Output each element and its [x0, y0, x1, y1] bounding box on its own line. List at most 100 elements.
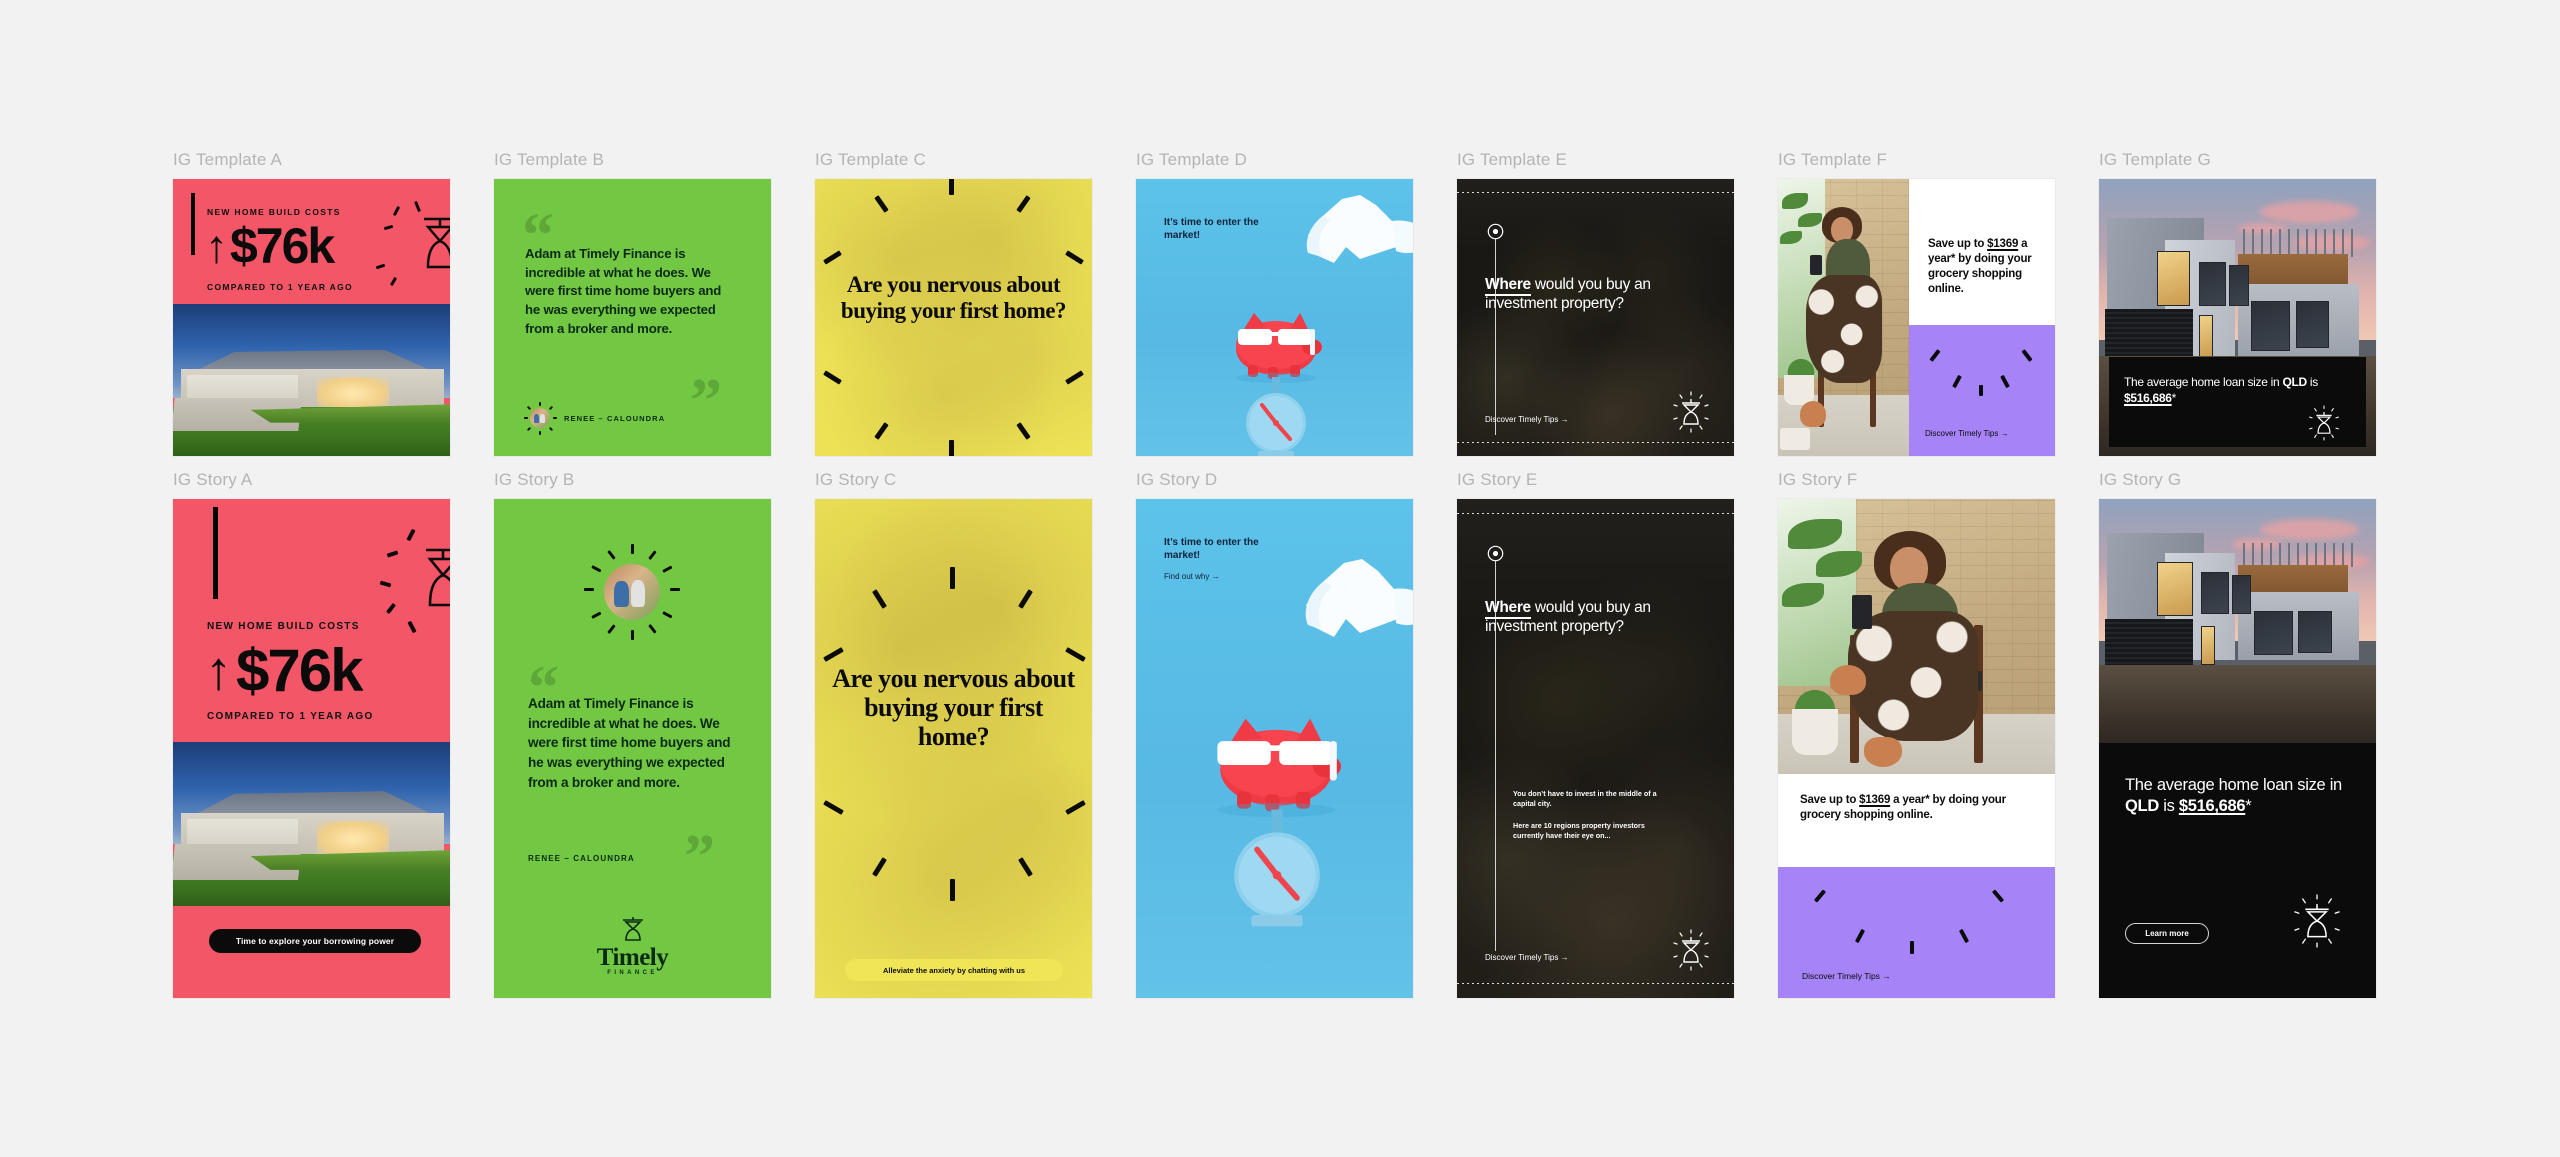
copy-amount: $516,686: [2124, 390, 2172, 405]
copy-middle: is: [2158, 797, 2179, 816]
headline-text: It’s time to enter the market!: [1164, 537, 1259, 561]
dotted-rule-bottom: [1457, 983, 1734, 984]
card-ig-story-g[interactable]: IG Story G The average home loan size in…: [2099, 470, 2376, 998]
hammer-illustration: [1306, 195, 1413, 263]
subline-text: COMPARED TO 1 YEAR AGO: [207, 282, 353, 292]
cta-button[interactable]: Time to explore your borrowing power: [209, 929, 421, 953]
dotted-rule-top: [1457, 513, 1734, 514]
close-quote-mark: ”: [690, 365, 722, 436]
card-canvas: NEW HOME BUILD COSTS ↑ $76k COMPARED TO …: [173, 179, 450, 456]
copy-text: Save up to $1369 a year* by doing your g…: [1928, 237, 2042, 297]
discover-link[interactable]: Discover Timely Tips →: [1485, 953, 1569, 962]
card-canvas: Are you nervous about buying your first …: [815, 499, 1092, 998]
headline-text: Are you nervous about buying your first …: [840, 272, 1067, 323]
design-board: IG Template A NEW HOME BUILD COSTS ↑ $76…: [0, 0, 2560, 1157]
card-label: IG Story B: [494, 470, 575, 489]
confetti-dash: [375, 263, 386, 270]
headline-text: Are you nervous about buying your first …: [832, 664, 1075, 752]
cta-button[interactable]: Alleviate the anxiety by chatting with u…: [845, 959, 1063, 981]
card-ig-story-b[interactable]: IG Story B “ ” Adam at Timely Finance is…: [494, 470, 771, 998]
timely-badge-icon: [426, 548, 450, 607]
scale-illustration: [1234, 809, 1320, 927]
avatar-burst: [584, 544, 680, 640]
confetti-dash: [414, 200, 421, 213]
card-canvas: “ ” Adam at Timely Finance is incredible…: [494, 499, 771, 998]
subline-text: COMPARED TO 1 YEAR AGO: [207, 711, 374, 722]
piggy-bank-illustration: [1217, 718, 1342, 817]
card-canvas: “ ” Adam at Timely Finance is incredible…: [494, 179, 771, 456]
logo-wordmark: Timely: [596, 944, 669, 971]
up-arrow-icon: ↑: [205, 220, 228, 272]
card-canvas: The average home loan size in QLD is $51…: [2099, 499, 2376, 998]
copy-text: Save up to $1369 a year* by doing your g…: [1800, 793, 2040, 823]
card-ig-template-b[interactable]: IG Template B “ ” Adam at Timely Finance…: [494, 150, 771, 456]
card-label: IG Template G: [2099, 150, 2211, 169]
house-photo: [173, 304, 450, 456]
avatar: [604, 564, 660, 620]
map-pin-icon: [1487, 223, 1504, 240]
brand-logo: Timely FINANCE: [494, 917, 771, 976]
modern-house-photo: [2099, 499, 2376, 743]
photo-scrim: [1457, 499, 1734, 998]
card-label: IG Template C: [815, 150, 926, 169]
copy-prefix: Save up to: [1928, 238, 1988, 250]
card-label: IG Template B: [494, 150, 605, 169]
timely-badge-icon: [1673, 929, 1709, 971]
close-quote-mark: ”: [684, 823, 715, 891]
dotted-rule-top: [1457, 192, 1734, 193]
accent-bar: [213, 507, 218, 599]
copy-state: QLD: [2282, 375, 2307, 389]
avatar: [530, 408, 550, 428]
card-canvas: Where would you buy an investment proper…: [1457, 499, 1734, 998]
discover-link[interactable]: Discover Timely Tips →: [1485, 415, 1569, 424]
discover-link[interactable]: Discover Timely Tips →: [1802, 971, 1891, 981]
card-ig-template-e[interactable]: IG Template E Where would you buy an inv…: [1457, 150, 1734, 456]
copy-panel: The average home loan size in QLD is $51…: [2099, 743, 2376, 998]
card-label: IG Template A: [173, 150, 283, 169]
headline-text: Where would you buy an investment proper…: [1485, 599, 1710, 637]
quote-text: Adam at Timely Finance is incredible at …: [525, 246, 722, 336]
quote-text: Adam at Timely Finance is incredible at …: [528, 696, 731, 790]
hammer-illustration: [1305, 559, 1413, 637]
attribution-row: RENEE – CALOUNDRA: [524, 402, 665, 435]
card-ig-story-d[interactable]: IG Story D It’s time to enter the market…: [1136, 470, 1413, 998]
stat-row: ↑ $76k: [205, 641, 363, 701]
headline-text: It’s time to enter the market!: [1164, 217, 1259, 241]
piggy-bank-illustration: [1236, 313, 1322, 383]
findout-link[interactable]: Find out why →: [1164, 572, 1220, 581]
accent-bar: [191, 193, 195, 255]
card-ig-story-c[interactable]: IG Story C Are you nervous about buying …: [815, 470, 1092, 998]
card-ig-template-c[interactable]: IG Template C Are you nervous about buyi…: [815, 150, 1092, 456]
headline-text: Where would you buy an investment proper…: [1485, 276, 1710, 314]
card-canvas: It’s time to enter the market! Find out …: [1136, 499, 1413, 998]
headline-emphasis: Where: [1485, 276, 1531, 296]
timely-badge-icon: [424, 217, 450, 269]
card-ig-template-f[interactable]: IG Template F Save up to $1369 a year* b…: [1778, 150, 2055, 456]
logo-subtitle: FINANCE: [607, 970, 658, 976]
stat-value: $76k: [230, 218, 335, 274]
card-label: IG Template D: [1136, 150, 1247, 169]
purple-panel: Discover Timely Tips →: [1778, 867, 2055, 998]
card-ig-story-a[interactable]: IG Story A NEW HOME BUILD COSTS ↑ $76k C…: [173, 470, 450, 998]
learn-more-button[interactable]: Learn more: [2125, 923, 2209, 944]
confetti-dash: [407, 620, 417, 634]
confetti-dash: [386, 602, 396, 615]
card-canvas: It’s time to enter the market!: [1136, 179, 1413, 456]
copy-suffix: *: [2245, 797, 2252, 816]
card-canvas: The average home loan size in QLD is $51…: [2099, 179, 2376, 456]
copy-amount: $516,686: [2178, 797, 2246, 816]
copy-prefix: The average home loan size in: [2125, 776, 2342, 794]
card-ig-template-a[interactable]: IG Template A NEW HOME BUILD COSTS ↑ $76…: [173, 150, 450, 456]
card-ig-story-f[interactable]: IG Story F Save up to $1369 a year* by d…: [1778, 470, 2055, 998]
card-canvas: Save up to $1369 a year* by doing your g…: [1778, 499, 2055, 998]
card-ig-template-g[interactable]: IG Template G The average home loan size…: [2099, 150, 2376, 456]
up-arrow-icon: ↑: [205, 641, 232, 701]
body-text-2: Here are 10 regions property investors c…: [1513, 821, 1645, 841]
confetti-dash: [386, 550, 399, 558]
house-photo: [173, 742, 450, 906]
discover-link[interactable]: Discover Timely Tips →: [1925, 429, 2009, 438]
copy-panel: The average home loan size in QLD is $51…: [2109, 357, 2366, 447]
woman-photo: [1778, 499, 2055, 774]
card-ig-story-e[interactable]: IG Story E Where would you buy an invest…: [1457, 470, 1734, 998]
card-ig-template-d[interactable]: IG Template D It’s time to enter the mar…: [1136, 150, 1413, 456]
